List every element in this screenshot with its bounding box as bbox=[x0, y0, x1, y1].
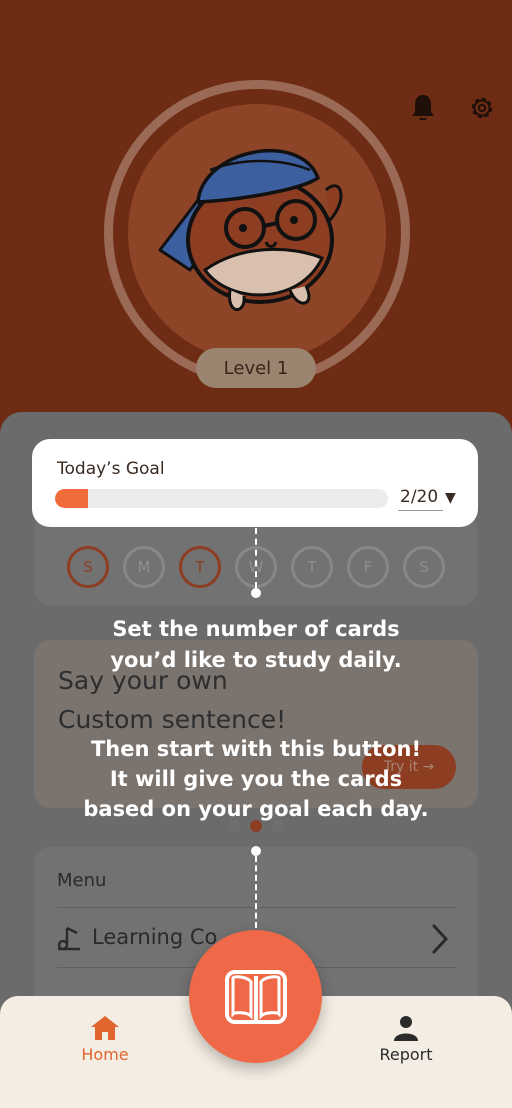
goal-title: Today’s Goal bbox=[57, 459, 165, 479]
tip2-line1: Then start with this button! bbox=[90, 737, 422, 761]
weekday-0: S bbox=[67, 546, 109, 588]
sentence-line-2: Custom sentence! bbox=[58, 705, 287, 734]
weekday-5: F bbox=[347, 546, 389, 588]
todays-goal-card[interactable] bbox=[32, 439, 478, 527]
tip1-line1: Set the number of cards bbox=[112, 617, 400, 641]
open-book-icon bbox=[224, 969, 287, 1024]
menu-divider bbox=[57, 907, 457, 908]
nav-report-label: Report bbox=[379, 1045, 433, 1064]
home-icon bbox=[91, 1016, 119, 1040]
goal-progress-fill bbox=[55, 489, 89, 508]
tip-dot-top bbox=[251, 588, 261, 598]
menu-item-learning[interactable]: Learning Co bbox=[92, 925, 217, 949]
tip-dot-bottom bbox=[251, 846, 261, 856]
weekday-2: T bbox=[179, 546, 221, 588]
tip-connector-bottom bbox=[255, 856, 257, 928]
goal-count-dropdown[interactable]: 2/20 bbox=[400, 487, 438, 507]
nav-home[interactable]: Home bbox=[60, 1015, 150, 1064]
weekday-1: M bbox=[123, 546, 165, 588]
notifications-button[interactable] bbox=[403, 88, 443, 128]
mascot-illustration bbox=[158, 148, 343, 312]
bell-icon bbox=[412, 95, 434, 121]
nav-report[interactable]: Report bbox=[361, 1015, 451, 1064]
caret-down-icon[interactable]: ▼ bbox=[445, 490, 456, 506]
tip2-line2: It will give you the cards bbox=[109, 767, 403, 791]
tip-connector-top bbox=[255, 528, 257, 588]
level-badge: Level 1 bbox=[196, 348, 316, 388]
goal-count-underline bbox=[398, 510, 443, 511]
weekday-4: T bbox=[291, 546, 333, 588]
person-icon bbox=[394, 1016, 418, 1041]
chevron-right-icon[interactable] bbox=[428, 922, 452, 956]
weekday-6: S bbox=[403, 546, 445, 588]
settings-button[interactable] bbox=[462, 88, 502, 128]
tip2-line3: based on your goal each day. bbox=[83, 797, 429, 821]
gear-icon bbox=[471, 97, 493, 119]
music-note-icon bbox=[57, 926, 80, 951]
goal-progress-bar bbox=[55, 489, 388, 508]
start-study-button[interactable] bbox=[189, 930, 322, 1063]
nav-home-label: Home bbox=[81, 1045, 129, 1064]
menu-title: Menu bbox=[57, 870, 107, 891]
tip1-line2: you’d like to study daily. bbox=[110, 648, 402, 672]
